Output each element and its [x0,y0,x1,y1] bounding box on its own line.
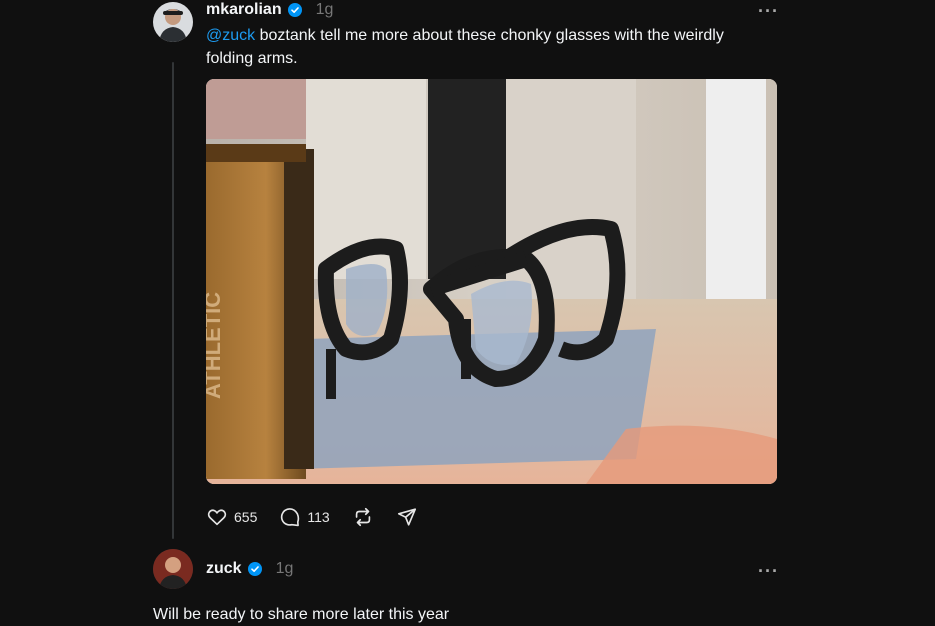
reply-avatar[interactable] [153,549,193,589]
post-actions: 655 113 [206,506,440,528]
like-count: 655 [234,509,258,525]
reply-timestamp[interactable]: 1g [276,560,294,578]
share-icon [397,508,416,526]
like-button[interactable]: 655 [206,506,257,528]
more-icon[interactable]: ··· [758,2,779,20]
glasses-photo: ATHLETIC [206,79,777,484]
username[interactable]: mkarolian [206,1,282,19]
timestamp[interactable]: 1g [316,1,334,19]
post-image[interactable]: ATHLETIC [206,79,777,484]
repost-icon [355,507,370,527]
reply-more-icon[interactable]: ··· [758,562,779,580]
svg-text:ATHLETIC: ATHLETIC [206,292,225,399]
verified-badge-icon [247,562,262,576]
repost-button[interactable] [352,506,374,528]
post-body: boztank tell me more about these chonky … [206,27,724,67]
heart-icon [207,509,227,526]
share-button[interactable] [396,506,418,528]
avatar-image [153,2,193,42]
avatar[interactable] [153,2,193,42]
reply-text: Will be ready to share more later this y… [153,606,450,623]
mention-link[interactable]: @zuck [206,27,255,44]
comment-icon [281,508,300,527]
post-text: @zuck boztank tell me more about these c… [206,24,746,70]
comment-button[interactable]: 113 [279,506,330,528]
comment-count: 113 [307,509,330,525]
reply-header: zuck 1g [206,560,293,578]
thread-line [172,62,174,539]
verified-badge-icon [287,3,302,17]
post-header: mkarolian 1g [206,1,333,19]
reply-username[interactable]: zuck [206,560,242,578]
reply-avatar-image [153,549,193,589]
